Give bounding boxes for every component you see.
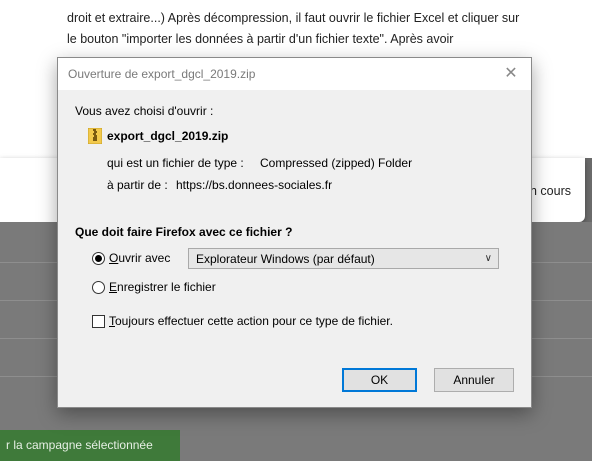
file-source-value: https://bs.donnees-sociales.fr <box>176 178 333 192</box>
zip-file-icon <box>88 128 102 144</box>
always-do-this-checkbox[interactable] <box>92 315 105 328</box>
cancel-button[interactable]: Annuler <box>434 368 514 392</box>
save-file-radio[interactable] <box>92 281 105 294</box>
save-file-label[interactable]: Enregistrer le fichier <box>109 280 216 294</box>
action-question: Que doit faire Firefox avec ce fichier ? <box>75 225 293 239</box>
background-text-line-1: droit et extraire...) Après décompressio… <box>67 11 520 25</box>
close-icon[interactable]: ✕ <box>499 62 523 86</box>
open-with-app-select[interactable]: Explorateur Windows (par défaut) ∨ <box>188 248 499 269</box>
intro-label: Vous avez choisi d'ouvrir : <box>75 104 214 118</box>
file-source-label: à partir de : <box>107 178 168 192</box>
dialog-titlebar: Ouverture de export_dgcl_2019.zip ✕ <box>58 58 531 90</box>
ok-button[interactable]: OK <box>342 368 417 392</box>
file-type-label: qui est un fichier de type : <box>107 156 244 170</box>
file-name: export_dgcl_2019.zip <box>107 129 229 143</box>
open-with-label[interactable]: Ouvrir avec <box>109 251 170 265</box>
background-status-text: n cours <box>530 184 571 198</box>
chevron-down-icon: ∨ <box>484 253 492 264</box>
open-with-app-value: Explorateur Windows (par défaut) <box>196 252 375 266</box>
dialog-title: Ouverture de export_dgcl_2019.zip <box>68 67 256 81</box>
always-do-this-label[interactable]: Toujours effectuer cette action pour ce … <box>109 314 393 328</box>
file-type-value: Compressed (zipped) Folder <box>260 156 413 170</box>
background-campaign-button[interactable]: r la campagne sélectionnée <box>0 430 180 461</box>
background-text-line-2: le bouton "importer les données à partir… <box>67 32 454 46</box>
open-with-radio[interactable] <box>92 252 105 265</box>
open-file-dialog: Ouverture de export_dgcl_2019.zip ✕ Vous… <box>57 57 532 408</box>
